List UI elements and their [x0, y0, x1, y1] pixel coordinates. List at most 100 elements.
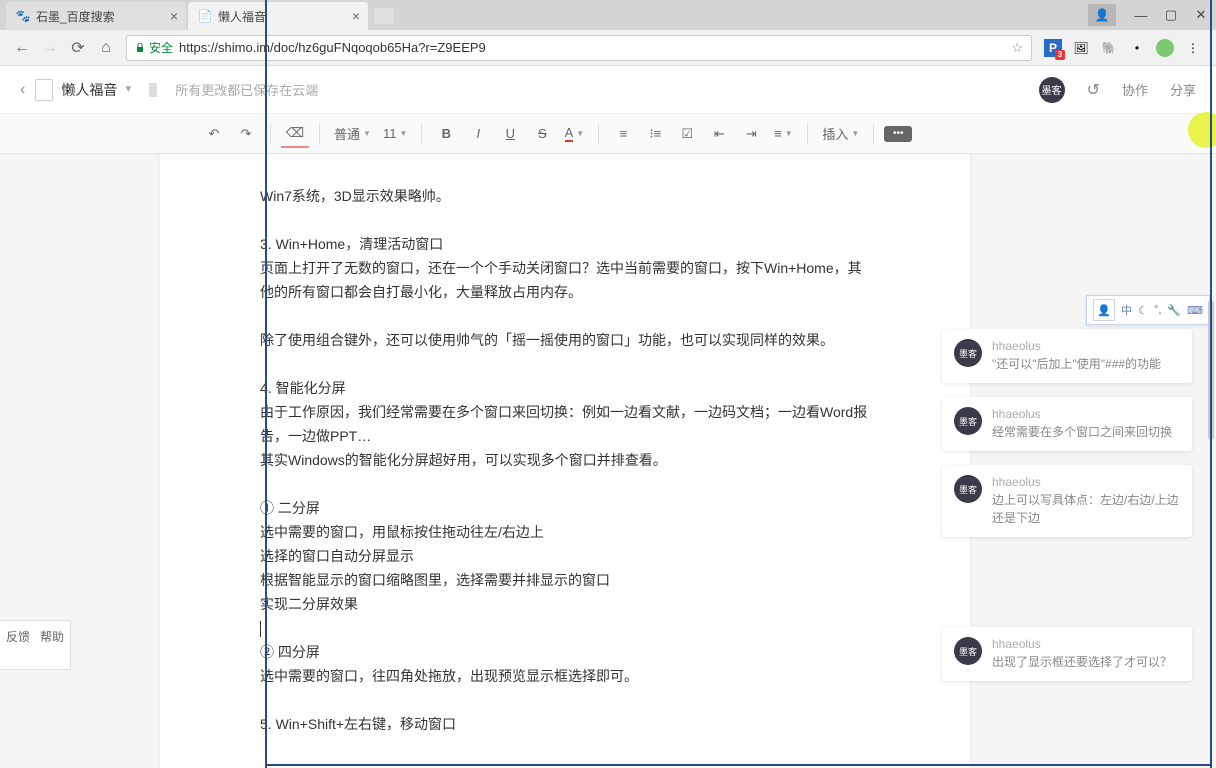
extension-evernote-icon[interactable]: 🐘	[1100, 39, 1118, 57]
overlay-line	[1210, 0, 1212, 768]
comment-text: 边上可以写具体点：左边/右边/上边还是下边	[992, 491, 1180, 527]
comment-card[interactable]: 墨客 hhaeolus "还可以"后加上"使用"###的功能	[942, 329, 1192, 383]
address-bar: ← → ⟳ ⌂ 安全 https://shimo.im/doc/hz6guFNq…	[0, 30, 1216, 66]
browser-tab-strip: 🐾 石墨_百度搜索 × 📄 懒人福音 × 👤 — ▢ ✕	[0, 0, 1216, 30]
doc-title[interactable]: 懒人福音	[61, 80, 117, 100]
indent-decrease-icon[interactable]: ⇤	[705, 120, 733, 148]
nav-reload-icon[interactable]: ⟳	[64, 34, 92, 62]
tab-1-title: 石墨_百度搜索	[36, 8, 115, 25]
browser-tab-1[interactable]: 🐾 石墨_百度搜索 ×	[6, 2, 186, 30]
doc-file-icon	[35, 79, 53, 101]
feedback-tab[interactable]: 反馈 帮助	[0, 620, 71, 670]
ime-keyboard-icon[interactable]: ⌨	[1187, 304, 1203, 317]
tab-close-icon[interactable]: ×	[170, 8, 178, 24]
comment-author: hhaeolus	[992, 637, 1180, 651]
comment-avatar-icon: 墨客	[954, 407, 982, 435]
content-line: 3. Win+Home，清理活动窗口	[260, 232, 870, 256]
help-label[interactable]: 帮助	[40, 629, 64, 661]
url-input[interactable]: 安全 https://shimo.im/doc/hz6guFNqoqob65Ha…	[126, 35, 1032, 61]
ime-punct-icon[interactable]: °,	[1154, 304, 1161, 316]
nav-back-icon[interactable]: ←	[8, 34, 36, 62]
content-line: 4. 智能化分屏	[260, 376, 870, 400]
doc-back-icon[interactable]: ‹	[20, 81, 25, 99]
share-button[interactable]: 分享	[1170, 80, 1196, 99]
new-tab-button[interactable]	[374, 8, 394, 24]
content-line: 选中需要的窗口，往四角处拖放，出现预览显示框选择即可。	[260, 664, 870, 688]
text-cursor	[260, 621, 261, 637]
bold-button[interactable]: B	[432, 120, 460, 148]
content-line: ① 二分屏	[260, 496, 870, 520]
baidu-favicon-icon: 🐾	[16, 9, 30, 23]
redo-icon[interactable]: ↷	[232, 120, 260, 148]
comment-card[interactable]: 墨客 hhaeolus 出现了显示框还要选择了才可以？	[942, 627, 1192, 681]
secure-badge: 安全	[135, 39, 173, 56]
nav-home-icon[interactable]: ⌂	[92, 34, 120, 62]
extension-dot-icon[interactable]: •	[1128, 39, 1146, 57]
comment-text: "还可以"后加上"使用"###的功能	[992, 355, 1180, 373]
extension-p-icon[interactable]: P3	[1044, 39, 1062, 57]
unordered-list-icon[interactable]: ⁝≡	[641, 120, 669, 148]
ime-avatar-icon: 👤	[1093, 299, 1115, 321]
ime-mode[interactable]: 中	[1121, 302, 1132, 318]
comment-avatar-icon: 墨客	[954, 637, 982, 665]
italic-button[interactable]: I	[464, 120, 492, 148]
history-icon[interactable]: ↺	[1087, 80, 1100, 100]
overlay-line	[265, 0, 267, 768]
nav-forward-icon: →	[36, 34, 64, 62]
tab-close-icon[interactable]: ×	[352, 8, 360, 24]
tab-2-title: 懒人福音	[218, 8, 266, 25]
ime-settings-icon[interactable]: 🔧	[1167, 304, 1181, 317]
comment-author: hhaeolus	[992, 475, 1180, 489]
lock-icon	[135, 43, 145, 53]
window-maximize-icon[interactable]: ▢	[1156, 3, 1186, 27]
content-line: 选中需要的窗口，用鼠标按住拖动往左/右边上	[260, 520, 870, 544]
chrome-user-icon[interactable]: 👤	[1088, 4, 1116, 26]
doc-bookmark-icon[interactable]	[149, 83, 157, 97]
content-line: 5. Win+Shift+左右键，移动窗口	[260, 712, 870, 736]
collab-button[interactable]: 协作	[1122, 80, 1148, 99]
comment-icon[interactable]: •••	[884, 126, 912, 142]
strikethrough-button[interactable]: S	[528, 120, 556, 148]
comments-panel: 墨客 hhaeolus "还可以"后加上"使用"###的功能 墨客 hhaeol…	[942, 329, 1192, 695]
bookmark-star-icon[interactable]: ☆	[1011, 40, 1023, 56]
content-line: 根据智能显示的窗口缩略图里，选择需要并排显示的窗口	[260, 568, 870, 592]
editor-toolbar: ↶ ↷ ⌫ 普通▼ 11▼ B I U S A▼ ≡ ⁝≡ ☑ ⇤ ⇥ ≡▼ 插…	[0, 114, 1216, 154]
document-body[interactable]: Win7系统，3D显示效果略帅。 3. Win+Home，清理活动窗口 页面上打…	[160, 154, 970, 768]
content-line: 其实Windows的智能化分屏超好用，可以实现多个窗口并排查看。	[260, 448, 870, 472]
comment-card[interactable]: 墨客 hhaeolus 边上可以写具体点：左边/右边/上边还是下边	[942, 465, 1192, 537]
insert-menu[interactable]: 插入▼	[818, 120, 863, 148]
comment-card[interactable]: 墨客 hhaeolus 经常需要在多个窗口之间来回切换	[942, 397, 1192, 451]
align-select[interactable]: ≡▼	[769, 120, 797, 148]
chrome-menu-icon[interactable]: ⋮	[1184, 39, 1202, 57]
comment-author: hhaeolus	[992, 407, 1180, 421]
checklist-icon[interactable]: ☑	[673, 120, 701, 148]
content-line: 实现二分屏效果	[260, 592, 870, 616]
underline-button[interactable]: U	[496, 120, 524, 148]
overlay-line	[265, 764, 1212, 766]
browser-tab-2-active[interactable]: 📄 懒人福音 ×	[188, 2, 368, 30]
clear-format-icon[interactable]: ⌫	[281, 120, 309, 148]
save-status: 所有更改都已保存在云端	[175, 80, 318, 99]
content-line: Win7系统，3D显示效果略帅。	[260, 184, 870, 208]
doc-header: ‹ 懒人福音 ▼ 所有更改都已保存在云端 墨客 ↺ 协作 分享	[0, 66, 1216, 114]
user-avatar[interactable]: 墨客	[1039, 77, 1065, 103]
indent-increase-icon[interactable]: ⇥	[737, 120, 765, 148]
window-minimize-icon[interactable]: —	[1126, 3, 1156, 27]
comment-avatar-icon: 墨客	[954, 475, 982, 503]
undo-icon[interactable]: ↶	[200, 120, 228, 148]
content-line: 由于工作原因，我们经常需要在多个窗口来回切换：例如一边看文献，一边码文档；一边看…	[260, 400, 870, 448]
ordered-list-icon[interactable]: ≡	[609, 120, 637, 148]
extension-green-icon[interactable]	[1156, 39, 1174, 57]
extension-img-icon[interactable]: 🖼	[1072, 39, 1090, 57]
text-color-button[interactable]: A▼	[560, 120, 588, 148]
ime-toolbar[interactable]: 👤 中 ☾ °, 🔧 ⌨	[1086, 295, 1210, 325]
font-size-select[interactable]: 11▼	[379, 120, 411, 148]
comment-text: 经常需要在多个窗口之间来回切换	[992, 423, 1180, 441]
content-line: ② 四分屏	[260, 640, 870, 664]
feedback-label[interactable]: 反馈	[6, 629, 30, 661]
title-dropdown-icon[interactable]: ▼	[123, 84, 133, 95]
ime-moon-icon[interactable]: ☾	[1138, 304, 1148, 317]
comment-author: hhaeolus	[992, 339, 1180, 353]
content-line: 页面上打开了无数的窗口，还在一个个手动关闭窗口？选中当前需要的窗口，按下Win+…	[260, 256, 870, 304]
paragraph-style-select[interactable]: 普通▼	[330, 120, 375, 148]
